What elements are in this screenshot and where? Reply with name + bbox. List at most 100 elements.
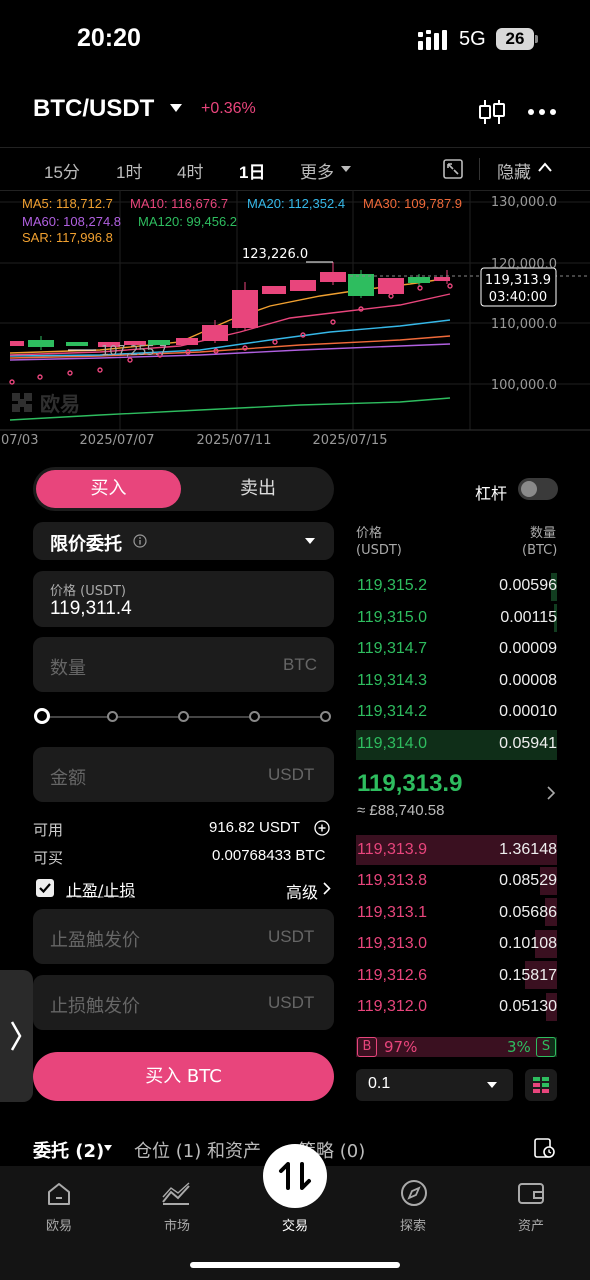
orderbook-layout-icon	[533, 1077, 549, 1093]
tab-sell[interactable]: 卖出	[185, 470, 331, 508]
nav-home[interactable]: 欧易	[9, 1215, 109, 1234]
ob-qty-unit: (BTC)	[522, 543, 558, 558]
tab-4h[interactable]: 4时	[177, 158, 203, 183]
side-drawer-handle[interactable]	[0, 970, 33, 1102]
tpsl-checkbox[interactable]	[36, 879, 54, 897]
divider	[0, 147, 590, 148]
info-icon[interactable]	[133, 534, 147, 548]
chevron-right-icon[interactable]	[323, 882, 331, 895]
ask-price[interactable]: 119,314.7	[357, 640, 427, 658]
ask-qty: 0.05941	[499, 735, 557, 752]
order-history-icon[interactable]	[532, 1136, 556, 1160]
advanced-link[interactable]: 高级	[286, 879, 318, 903]
more-icon[interactable]	[527, 108, 557, 116]
countdown-tag: 03:40:00	[489, 290, 547, 305]
bid-price[interactable]: 119,312.6	[357, 967, 427, 985]
quantity-placeholder: 数量	[50, 658, 86, 679]
chevron-down-icon[interactable]	[341, 166, 351, 172]
explore-icon[interactable]	[399, 1178, 429, 1208]
buy-button[interactable]: 买入 BTC	[33, 1052, 334, 1101]
chevron-right-icon[interactable]	[546, 785, 556, 801]
x-tick: 07/03	[1, 433, 38, 448]
chevron-down-icon[interactable]	[104, 1145, 112, 1151]
tab-positions[interactable]: 仓位 (1) 和资产	[134, 1137, 261, 1163]
tab-more[interactable]: 更多	[300, 158, 334, 183]
ma20-label: MA20: 112,352.4	[247, 196, 346, 211]
slider-step[interactable]	[249, 711, 260, 722]
buyable-label: 可买	[33, 849, 64, 867]
amount-unit: USDT	[268, 765, 315, 784]
indicator-settings-icon[interactable]	[443, 159, 463, 179]
quantity-unit: BTC	[283, 655, 317, 674]
chart-low-label: 107,255.7	[101, 344, 167, 359]
chevron-right-icon	[10, 1021, 22, 1051]
ask-price[interactable]: 119,315.0	[357, 609, 427, 627]
nav-market[interactable]: 市场	[127, 1215, 227, 1234]
price-value[interactable]: 119,311.4	[50, 598, 132, 620]
ma30-label: MA30: 109,787.9	[363, 196, 463, 211]
x-tick: 2025/07/07	[80, 433, 155, 448]
ask-price[interactable]: 119,315.2	[357, 577, 427, 595]
bid-qty: 0.08529	[499, 872, 557, 889]
candlestick-icon[interactable]	[478, 98, 506, 126]
slider-step[interactable]	[107, 711, 118, 722]
market-icon[interactable]	[160, 1180, 192, 1208]
nav-trade[interactable]: 交易	[245, 1215, 345, 1234]
ask-price[interactable]: 119,314.2	[357, 703, 427, 721]
chevron-down-icon[interactable]	[170, 104, 182, 112]
toggle-knob	[521, 481, 537, 497]
ob-qty-header: 数量	[530, 526, 557, 541]
buyable-value: 0.00768433 BTC	[212, 847, 326, 864]
bid-qty: 0.05686	[499, 904, 557, 921]
add-funds-icon[interactable]	[314, 820, 330, 836]
fiat-price: ≈ £88,740.58	[357, 802, 445, 819]
status-time: 20:20	[77, 24, 141, 52]
available-label: 可用	[33, 821, 64, 839]
chevron-down-icon	[487, 1082, 497, 1088]
stop-loss-unit: USDT	[268, 993, 315, 1012]
bid-price[interactable]: 119,313.1	[357, 904, 427, 922]
stop-loss-placeholder: 止损触发价	[50, 996, 140, 1017]
nav-assets[interactable]: 资产	[481, 1215, 581, 1234]
ask-qty: 0.00009	[499, 640, 557, 657]
tab-1h[interactable]: 1时	[116, 158, 142, 183]
tab-15m[interactable]: 15分	[44, 158, 80, 183]
bid-price[interactable]: 119,313.0	[357, 935, 427, 953]
battery-icon: 26	[496, 28, 534, 50]
price-change: +0.36%	[201, 100, 256, 117]
x-tick: 2025/07/11	[197, 433, 272, 448]
network-type: 5G	[459, 28, 486, 50]
chart-high-label: 123,226.0	[242, 247, 308, 262]
y-tick: 130,000.0	[491, 195, 557, 210]
ask-price[interactable]: 119,314.0	[357, 735, 427, 753]
hide-chart-button[interactable]: 隐藏	[497, 158, 531, 183]
chevron-up-icon[interactable]	[538, 162, 552, 172]
pair-selector[interactable]: BTC/USDT	[33, 95, 154, 123]
price-label: 价格 (USDT)	[50, 584, 126, 599]
home-indicator	[190, 1262, 400, 1268]
ma10-label: MA10: 116,676.7	[130, 196, 229, 211]
ask-price[interactable]: 119,314.3	[357, 672, 427, 690]
slider-step[interactable]	[178, 711, 189, 722]
tab-buy[interactable]: 买入	[36, 470, 181, 508]
slider-step[interactable]	[320, 711, 331, 722]
tab-1d[interactable]: 1日	[239, 158, 265, 183]
slider-handle[interactable]	[34, 708, 50, 724]
watermark-text: 欧易	[40, 392, 80, 416]
wallet-icon[interactable]	[516, 1178, 546, 1208]
tab-orders[interactable]: 委托 (2)	[33, 1137, 104, 1163]
y-tick: 120,000.0	[491, 257, 557, 272]
tpsl-label[interactable]: 止盈/止损	[66, 877, 135, 901]
bid-price[interactable]: 119,312.0	[357, 998, 427, 1016]
y-tick: 100,000.0	[491, 378, 557, 393]
ask-qty: 0.00008	[499, 672, 557, 689]
bid-qty: 0.10108	[499, 935, 557, 952]
trade-center-button[interactable]	[263, 1144, 327, 1208]
check-icon	[39, 883, 51, 894]
nav-explore[interactable]: 探索	[363, 1215, 463, 1234]
ma120-label: MA120: 99,456.2	[138, 214, 238, 229]
bid-price[interactable]: 119,313.9	[357, 841, 427, 859]
bid-price[interactable]: 119,313.8	[357, 872, 427, 890]
home-icon[interactable]	[45, 1180, 73, 1208]
orderbook-layout-button[interactable]	[525, 1069, 557, 1101]
